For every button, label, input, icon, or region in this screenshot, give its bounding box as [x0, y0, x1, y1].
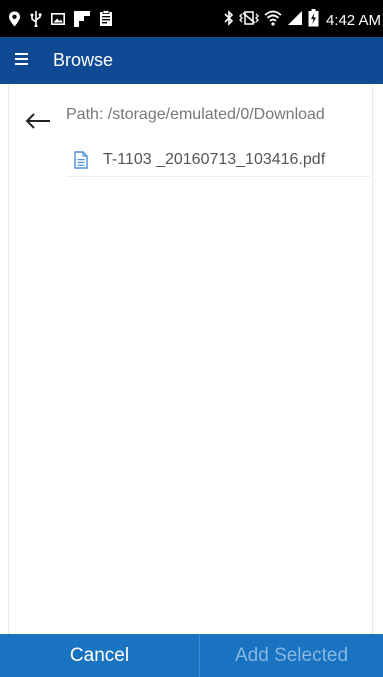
frame-right — [372, 37, 383, 639]
battery-charging-icon — [308, 9, 319, 32]
bluetooth-icon — [224, 10, 234, 31]
flipboard-icon — [74, 10, 90, 32]
image-icon — [51, 12, 65, 30]
bottom-action-bar: Cancel Add Selected — [0, 634, 383, 677]
cancel-button[interactable]: Cancel — [0, 634, 200, 677]
path-label: Path: /storage/emulated/0/Download — [66, 106, 325, 123]
wifi-icon — [264, 10, 282, 31]
file-browser: Path: /storage/emulated/0/Download T-110… — [9, 84, 372, 639]
status-time: 4:42 AM — [325, 12, 381, 29]
status-bar: 4:42 AM — [0, 0, 383, 37]
usb-icon — [30, 10, 42, 32]
status-left-icons — [8, 10, 113, 32]
file-list-item[interactable]: T-1103 _20160713_103416.pdf — [66, 142, 370, 177]
status-right-icons: 4:42 AM — [224, 9, 381, 32]
app-toolbar: Browse — [0, 37, 383, 84]
add-selected-button[interactable]: Add Selected — [200, 634, 383, 677]
document-icon — [74, 151, 88, 169]
vibrate-icon — [239, 11, 259, 30]
back-arrow-icon[interactable] — [25, 111, 51, 131]
file-name: T-1103 _20160713_103416.pdf — [103, 151, 326, 168]
toolbar-title: Browse — [53, 50, 114, 70]
signal-icon — [287, 10, 303, 31]
location-icon — [8, 11, 21, 32]
hamburger-menu-icon[interactable] — [12, 50, 34, 70]
frame-left — [0, 37, 9, 639]
clipboard-icon — [99, 10, 113, 32]
